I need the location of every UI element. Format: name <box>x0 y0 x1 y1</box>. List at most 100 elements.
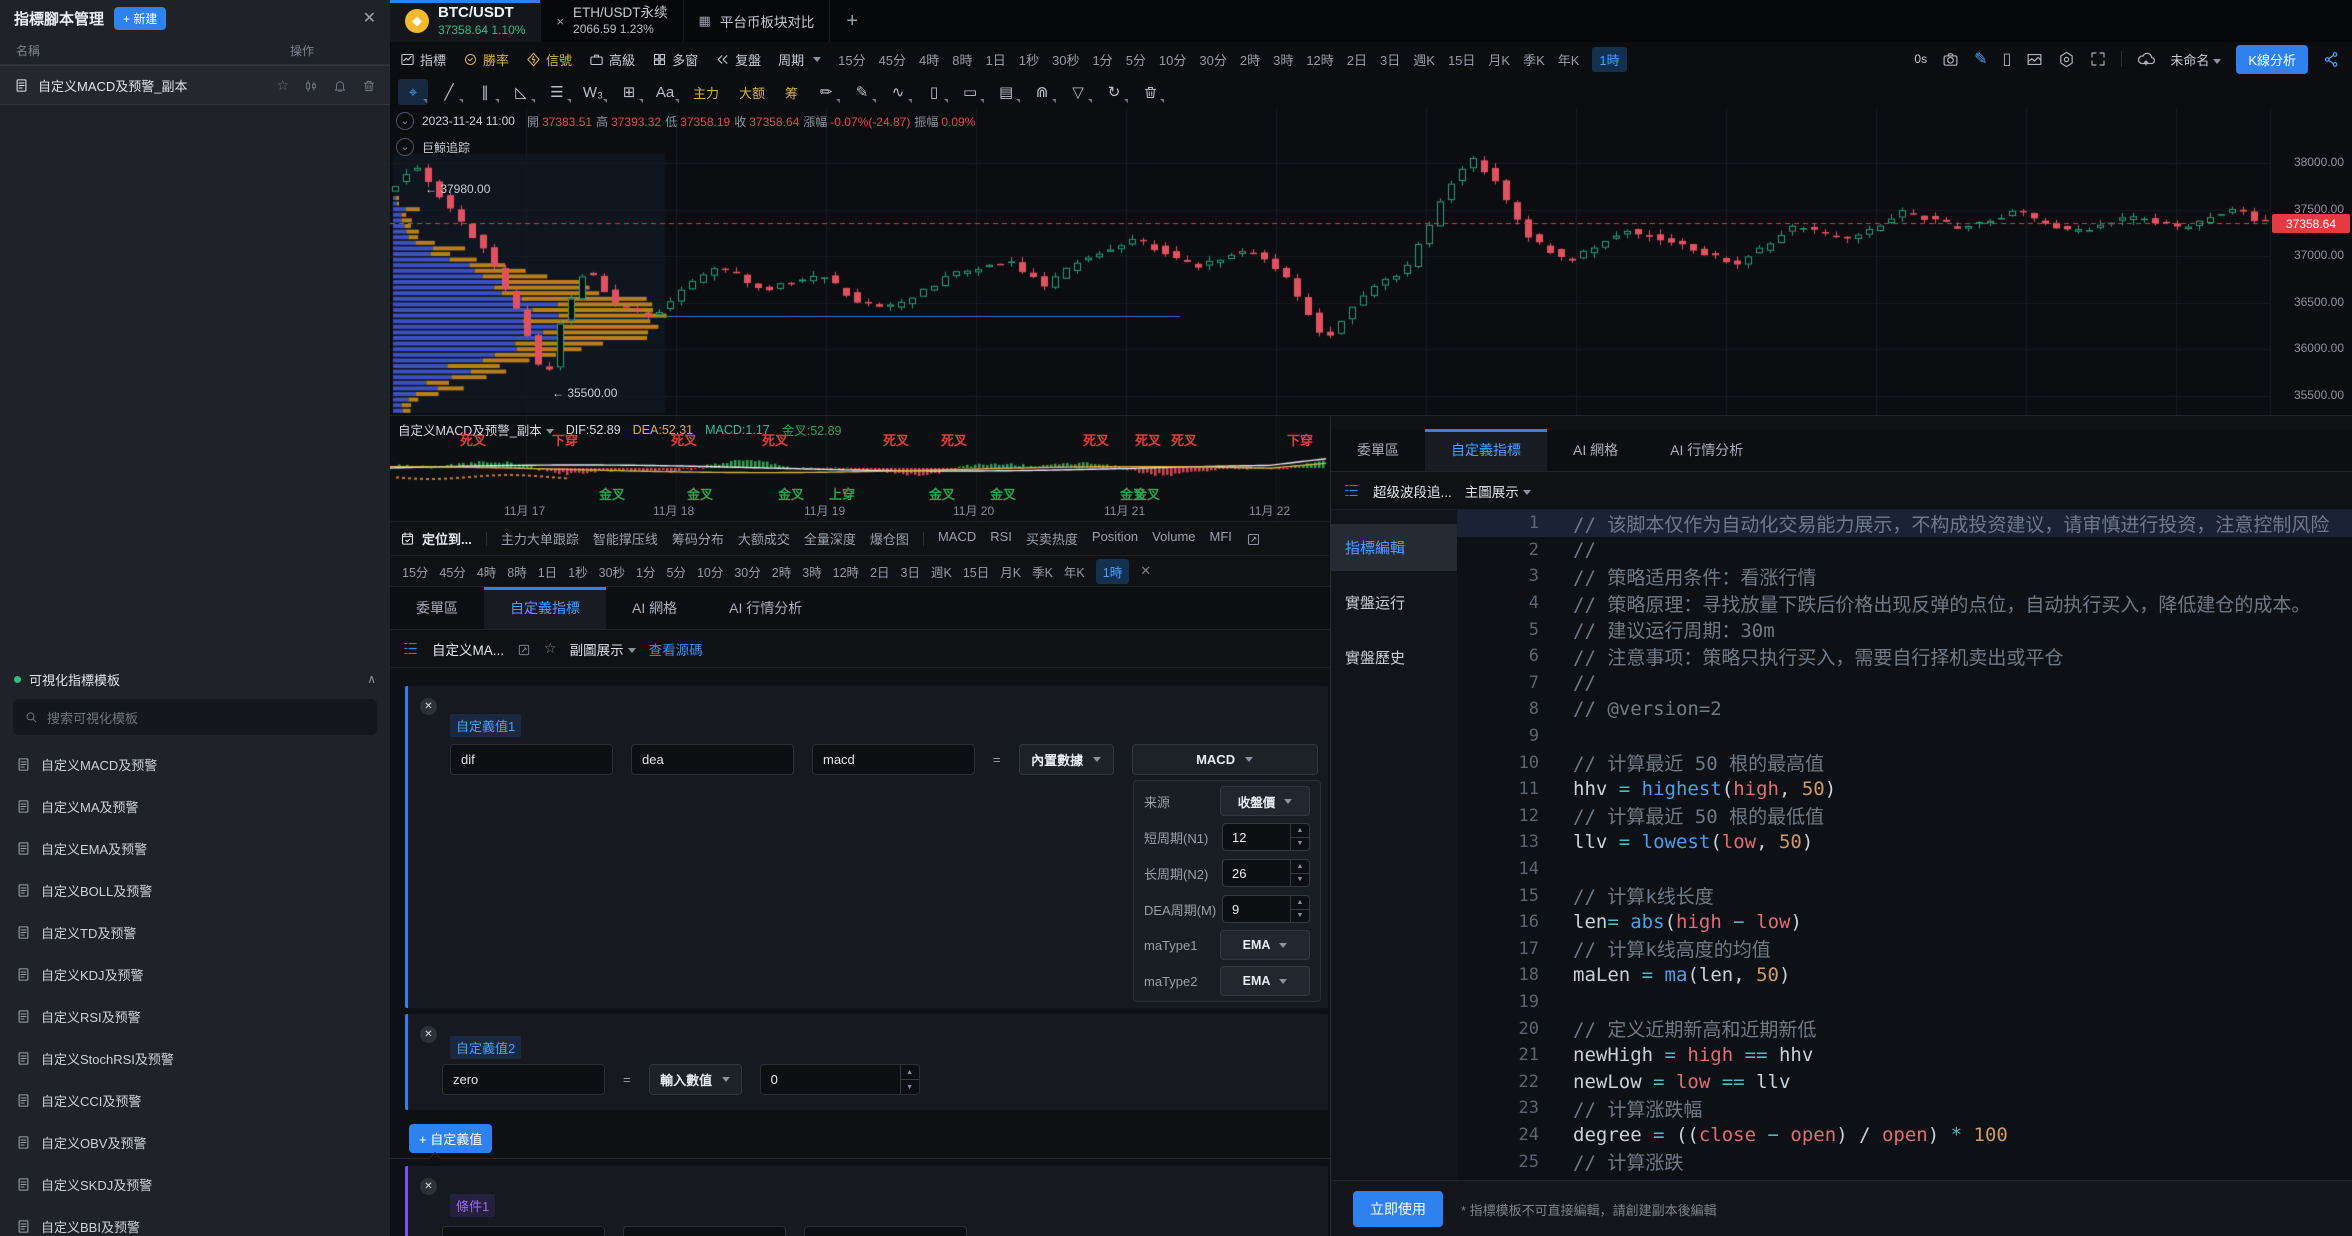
timeframe-8時[interactable]: 8時 <box>507 562 526 581</box>
curve-tool[interactable]: ∿ <box>883 79 913 105</box>
nav-live-history[interactable]: 實盤歷史 <box>1331 634 1457 681</box>
timeframe-8時[interactable]: 8時 <box>952 50 972 69</box>
template-item[interactable]: 自定义StochRSI及预警 <box>0 1037 390 1079</box>
step-down-icon[interactable]: ▼ <box>1291 838 1309 851</box>
timeframe-30秒[interactable]: 30秒 <box>599 562 625 581</box>
text-tool[interactable]: Aa <box>650 79 680 105</box>
sub-indicator-Volume[interactable]: Volume <box>1152 529 1195 548</box>
overlay-indicator-大额成交[interactable]: 大额成交 <box>738 529 790 548</box>
timeframe-週K[interactable]: 週K <box>931 562 952 581</box>
step-up-icon[interactable]: ▲ <box>1291 824 1309 838</box>
template-item[interactable]: 自定义BOLL及预警 <box>0 869 390 911</box>
collapse-chevron-icon[interactable]: ⌄ <box>396 112 414 130</box>
price-axis[interactable]: 37358.64 38000.0037500.0037000.0036500.0… <box>2270 108 2352 415</box>
timeframe-3日[interactable]: 3日 <box>901 562 920 581</box>
triangle-tool[interactable]: ◺ <box>506 79 536 105</box>
share-icon[interactable] <box>2323 51 2340 68</box>
template-item[interactable]: 自定义TD及预警 <box>0 911 390 953</box>
panel-tab-自定義指標[interactable]: 自定義指標 <box>484 587 606 629</box>
timeframe-15分[interactable]: 15分 <box>402 562 428 581</box>
timeframe-12時[interactable]: 12時 <box>1306 50 1333 69</box>
param-stepper[interactable]: 9▲▼ <box>1222 895 1310 923</box>
timeframe-1秒[interactable]: 1秒 <box>1019 50 1039 69</box>
edit-indicators-icon[interactable] <box>1246 530 1261 546</box>
nav-indicator-edit[interactable]: 指標編輯 <box>1331 524 1457 571</box>
condition-input-2[interactable] <box>623 1226 786 1236</box>
panel-tab-委單區[interactable]: 委單區 <box>390 587 484 629</box>
timeframe-1分[interactable]: 1分 <box>636 562 655 581</box>
menubar-item-高級[interactable]: 高級 <box>589 50 635 69</box>
frame-tool[interactable]: ▯ <box>919 79 949 105</box>
timeframe-季K[interactable]: 季K <box>1523 50 1545 69</box>
sidebar-close-icon[interactable]: ✕ <box>363 8 376 28</box>
favorite-icon[interactable]: ☆ <box>276 77 289 94</box>
menubar-item-多窗[interactable]: 多窗 <box>652 50 698 69</box>
overlay-indicator-爆仓图[interactable]: 爆仓图 <box>870 529 909 548</box>
timeframe-2日[interactable]: 2日 <box>870 562 889 581</box>
list-icon[interactable] <box>402 640 419 657</box>
tab-eth-usdt[interactable]: × ETH/USDT永续 2066.59 1.23% <box>541 0 683 42</box>
macd-panel[interactable]: 自定义MACD及预警_副本 DIF:52.89 DEA:52.31 MACD:1… <box>390 416 1330 522</box>
new-script-button[interactable]: + 新建 <box>114 7 166 30</box>
step-down-icon[interactable]: ▼ <box>901 1080 919 1094</box>
timeframe-15日[interactable]: 15日 <box>1448 50 1475 69</box>
step-down-icon[interactable]: ▼ <box>1291 910 1309 923</box>
template-item[interactable]: 自定义SKDJ及预警 <box>0 1163 390 1205</box>
timeframe-季K[interactable]: 季K <box>1032 562 1053 581</box>
close-icon[interactable]: ✕ <box>420 698 437 715</box>
step-up-icon[interactable]: ▲ <box>901 1065 919 1080</box>
overlay-indicator-主力大单跟踪[interactable]: 主力大单跟踪 <box>501 529 579 548</box>
timeframe-10分[interactable]: 10分 <box>697 562 723 581</box>
condition-input-3[interactable] <box>804 1226 967 1236</box>
timeframe-1秒[interactable]: 1秒 <box>568 562 587 581</box>
menubar-item-勝率[interactable]: 勝率 <box>463 50 509 69</box>
panel-icon[interactable]: ▯ <box>2003 49 2012 69</box>
close-timeframe-icon[interactable]: ✕ <box>1140 563 1151 579</box>
star-icon[interactable]: ☆ <box>544 640 557 657</box>
overlay-toggle-主力[interactable]: 主力 <box>686 79 726 105</box>
sub-indicator-Position[interactable]: Position <box>1092 529 1138 548</box>
timeframe-4時[interactable]: 4時 <box>477 562 496 581</box>
magnet-tool[interactable]: ⋒ <box>1027 79 1057 105</box>
delete-icon[interactable] <box>362 77 376 94</box>
timeframe-5分[interactable]: 5分 <box>666 562 685 581</box>
overlay-toggle-筹[interactable]: 筹 <box>778 79 805 105</box>
overlay-indicator-筹码分布[interactable]: 筹码分布 <box>672 529 724 548</box>
chart-apply-icon[interactable] <box>304 77 318 94</box>
view-source-link[interactable]: 查看源碼 <box>649 639 703 659</box>
menubar-item-复盤[interactable]: 复盤 <box>715 50 761 69</box>
nav-live-run[interactable]: 實盤运行 <box>1331 579 1457 626</box>
timeframe-45分[interactable]: 45分 <box>439 562 465 581</box>
param-dropdown[interactable]: 收盤價 <box>1220 786 1310 816</box>
step-down-icon[interactable]: ▼ <box>1291 874 1309 887</box>
indicator-name[interactable]: 自定义MA... <box>432 639 504 659</box>
template-item[interactable]: 自定义EMA及预警 <box>0 827 390 869</box>
source-type-dropdown[interactable]: 內置數據 <box>1019 744 1114 775</box>
timeframe-1日[interactable]: 1日 <box>986 50 1006 69</box>
sub-indicator-买卖热度[interactable]: 买卖热度 <box>1026 529 1078 548</box>
menubar-item-信號[interactable]: 信號 <box>526 50 572 69</box>
alert-bell-icon[interactable] <box>333 77 347 94</box>
panel-tab-AI 網格[interactable]: AI 網格 <box>606 587 703 629</box>
screenshot-icon[interactable] <box>1942 51 1959 68</box>
var-name-input-2[interactable] <box>631 744 794 775</box>
timeframe-2時[interactable]: 2時 <box>772 562 791 581</box>
timeframe-年K[interactable]: 年K <box>1558 50 1580 69</box>
timeframe-1分[interactable]: 1分 <box>1092 50 1112 69</box>
close-icon[interactable]: ✕ <box>420 1026 437 1043</box>
levels-tool[interactable]: ☰ <box>542 79 572 105</box>
timeframe-2日[interactable]: 2日 <box>1347 50 1367 69</box>
trendline-tool[interactable]: ╱ <box>434 79 464 105</box>
cloud-save-icon[interactable] <box>2137 50 2155 68</box>
add-custom-value-button[interactable]: + 自定義值 <box>409 1124 492 1153</box>
pencil-tool[interactable]: ✏ <box>811 79 841 105</box>
step-up-icon[interactable]: ▲ <box>1291 896 1309 910</box>
timeframe-10分[interactable]: 10分 <box>1159 50 1186 69</box>
template-section-header[interactable]: 可視化指標模板 ∧ <box>0 664 390 694</box>
value-type-dropdown[interactable]: 輸入數值 <box>649 1064 742 1095</box>
sub-indicator-MACD[interactable]: MACD <box>938 529 976 548</box>
tab-platform-compare[interactable]: ▦ 平台币板块对比 <box>684 0 831 42</box>
panel-tab-AI 網格[interactable]: AI 網格 <box>1547 429 1644 471</box>
draw-edit-icon[interactable]: ✎ <box>1974 49 1987 69</box>
close-icon[interactable]: ✕ <box>420 1178 437 1195</box>
